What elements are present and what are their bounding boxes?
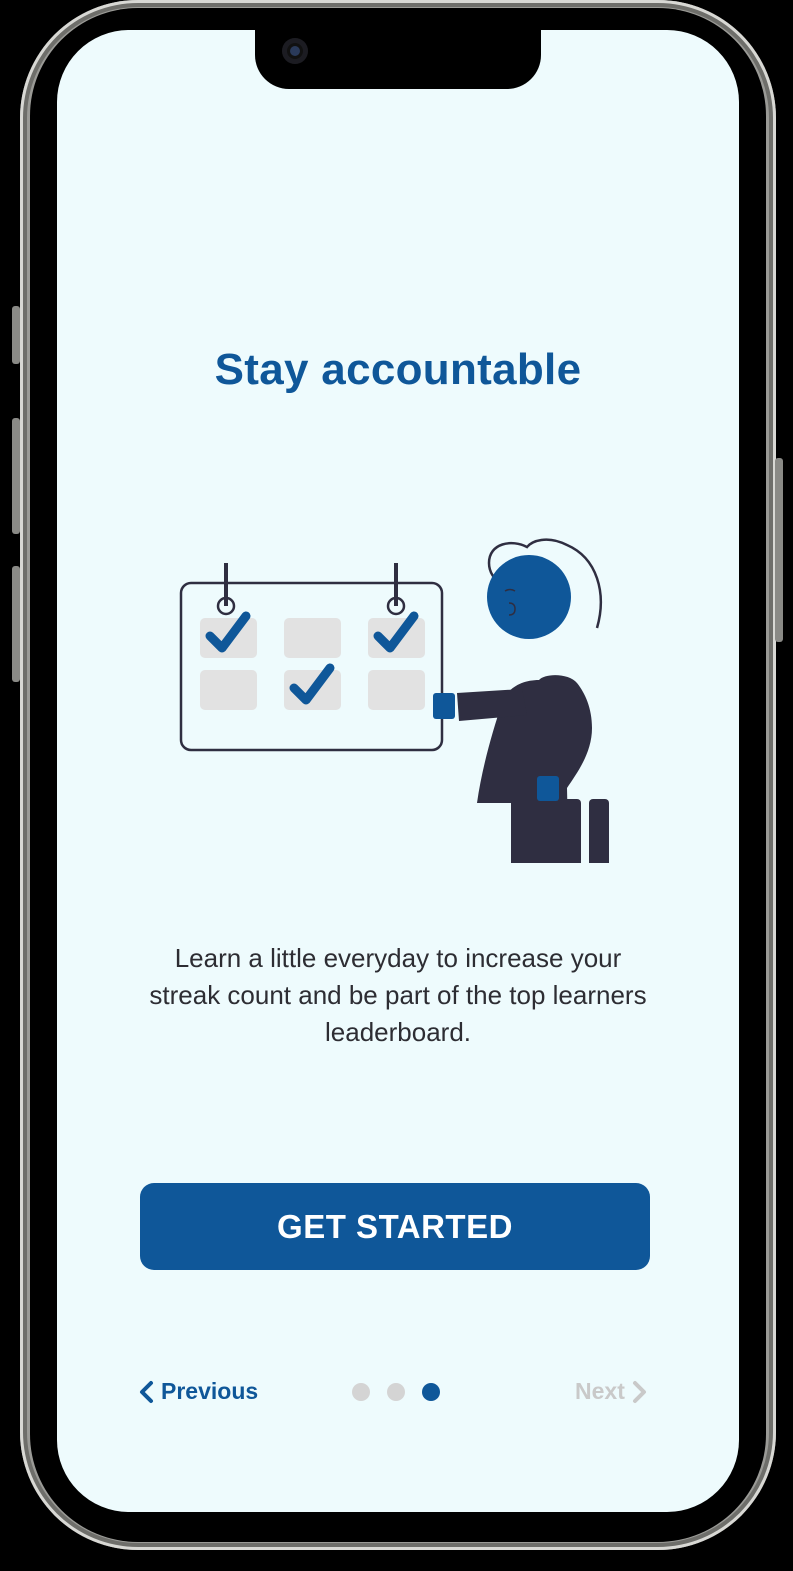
page-title: Stay accountable	[214, 345, 582, 394]
page-dot-active[interactable]	[422, 1383, 440, 1401]
page-indicator	[352, 1383, 440, 1401]
screen: Stay accountable Learn a little everyday…	[57, 30, 739, 1512]
calendar-checkmarks-person-illustration	[179, 538, 609, 863]
next-label: Next	[575, 1378, 625, 1404]
description-text: Learn a little everyday to increase your…	[149, 943, 647, 1047]
front-camera-icon	[282, 38, 308, 64]
chevron-left-icon	[140, 1380, 153, 1403]
volume-up-button	[12, 418, 20, 534]
person-figure	[433, 538, 609, 863]
chevron-right-icon	[632, 1380, 646, 1403]
page-dot[interactable]	[387, 1383, 405, 1401]
calendar-cell	[200, 670, 257, 710]
page-dot[interactable]	[352, 1383, 370, 1401]
mute-switch	[12, 306, 20, 364]
volume-down-button	[12, 566, 20, 682]
power-button	[775, 458, 783, 642]
previous-button[interactable]: Previous	[137, 1378, 258, 1405]
calendar-icon	[179, 563, 444, 752]
next-button[interactable]: Next	[575, 1378, 649, 1405]
calendar-cell	[284, 618, 341, 658]
calendar-cell	[368, 670, 425, 710]
get-started-button[interactable]: GET STARTED	[140, 1183, 650, 1270]
previous-label: Previous	[161, 1378, 259, 1404]
